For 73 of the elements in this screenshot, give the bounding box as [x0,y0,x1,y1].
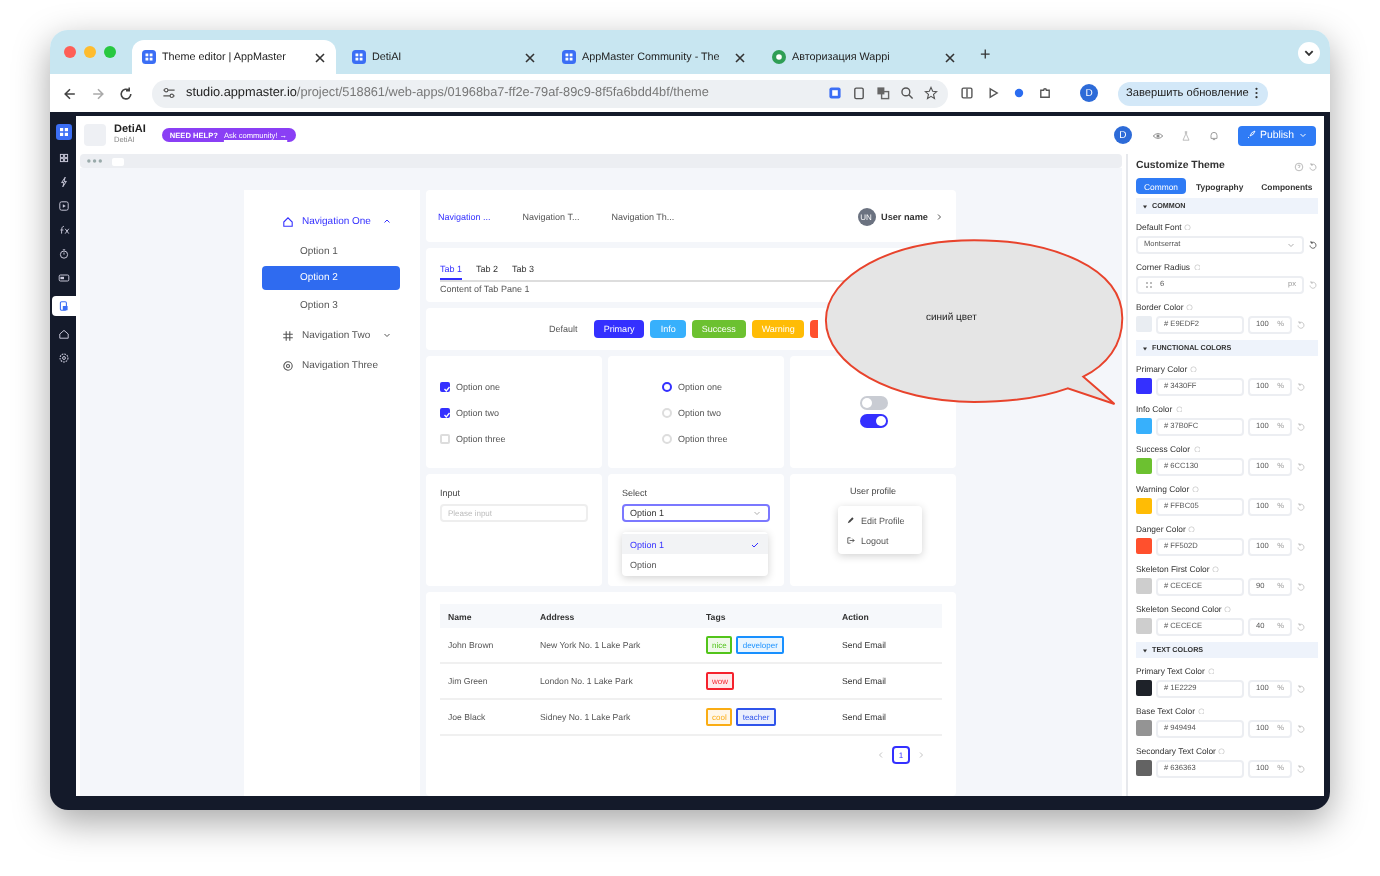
lightning-icon[interactable] [57,176,69,188]
triangle-down-icon [1142,203,1148,209]
chevron-down-icon [1298,130,1308,140]
color-swatch[interactable] [1136,760,1152,777]
play-icon[interactable] [986,86,1000,100]
sliders-icon [162,86,176,100]
dot-icon[interactable] [1012,86,1026,100]
settings-icon [282,359,294,371]
rocket-icon [1245,130,1256,140]
chevron-down-icon[interactable] [1298,41,1320,63]
grid-favicon-icon [562,50,576,64]
radio-button[interactable] [662,381,672,391]
function-icon[interactable] [57,224,69,236]
triangle-down-icon [1142,345,1148,351]
reload-icon[interactable] [118,85,134,101]
round-favicon-icon [772,50,786,64]
close-icon[interactable] [314,51,326,63]
puzzle-icon[interactable] [1038,86,1052,100]
translate-icon[interactable] [876,86,890,100]
settings-icon[interactable] [57,352,69,364]
color-swatch[interactable] [1136,618,1152,635]
reader-icon[interactable] [960,86,974,100]
timer-icon[interactable] [57,248,69,260]
back-icon[interactable] [62,85,78,101]
close-window-button[interactable] [64,46,76,58]
minimize-window-button[interactable] [84,46,96,58]
reset-icon[interactable] [1308,161,1318,171]
grid-favicon-icon [142,50,156,64]
pages-icon[interactable] [52,296,76,316]
grid-icon[interactable] [57,152,69,164]
color-swatch[interactable] [1136,378,1152,395]
color-swatch[interactable] [1136,418,1152,435]
chevron-left-icon[interactable] [876,750,886,760]
triangle-down-icon [1142,647,1148,653]
flask-icon[interactable] [1179,129,1192,141]
color-swatch[interactable] [1136,578,1152,595]
help-icon[interactable] [1294,161,1304,171]
toggle-switch[interactable] [859,414,887,428]
bell-icon[interactable] [1207,129,1220,141]
pencil-icon [846,515,855,525]
checkbox[interactable] [440,407,450,417]
danger-button[interactable] [810,320,819,338]
zoom-icon[interactable] [900,86,914,100]
color-swatch[interactable] [1136,720,1152,737]
close-icon[interactable] [524,51,536,63]
zoom-window-button[interactable] [104,46,116,58]
logout-icon [846,535,855,545]
card-icon[interactable] [57,272,69,284]
close-icon[interactable] [944,51,956,63]
chevron-right-icon[interactable] [916,750,926,760]
checkbox[interactable] [440,381,450,391]
grid-icon[interactable] [55,124,71,140]
color-swatch[interactable] [1136,498,1152,515]
chevron-down-icon [752,508,762,518]
extension-icon[interactable] [828,86,842,100]
color-swatch[interactable] [1136,680,1152,697]
color-swatch[interactable] [1136,538,1152,555]
close-icon[interactable] [734,51,746,63]
forward-icon[interactable] [90,85,106,101]
chevron-right-icon[interactable] [934,211,944,221]
star-icon[interactable] [924,86,938,100]
reset-icon[interactable] [1308,239,1318,250]
chevron-down-icon [1286,239,1296,250]
new-tab-button[interactable]: + [972,40,999,74]
grid-icon [282,329,294,341]
color-swatch[interactable] [1136,458,1152,475]
toggle-switch[interactable] [859,396,887,410]
clipboard-icon[interactable] [852,86,866,100]
grid-favicon-icon [352,50,366,64]
home-icon[interactable] [57,328,69,340]
eye-icon[interactable] [1151,129,1164,141]
dots-icon[interactable] [86,158,106,164]
home-icon [282,215,294,227]
